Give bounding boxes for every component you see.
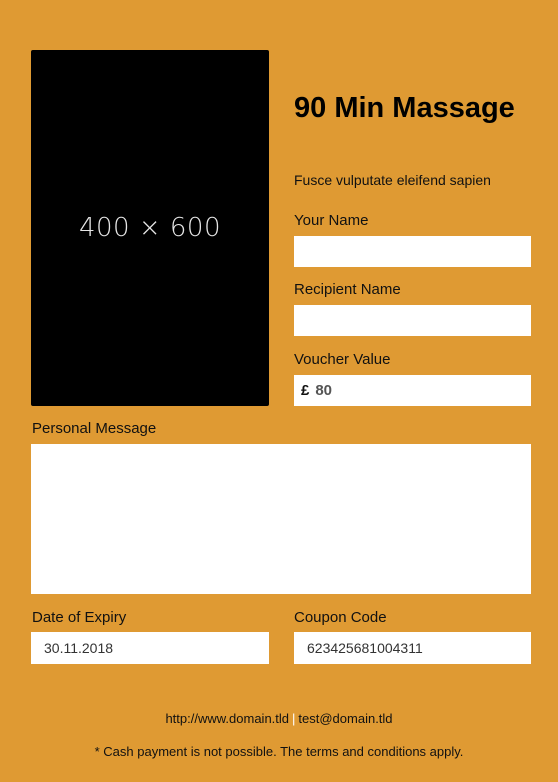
email-link[interactable]: test@domain.tld (298, 711, 392, 726)
coupon-code-label: Coupon Code (294, 609, 387, 626)
voucher-value-input[interactable] (315, 375, 531, 406)
voucher-value-label: Voucher Value (294, 351, 391, 368)
recipient-name-input[interactable] (294, 305, 531, 336)
coupon-code-value: 623425681004311 (294, 632, 531, 664)
recipient-name-label: Recipient Name (294, 281, 401, 298)
pound-currency-icon: £ (301, 382, 310, 399)
your-name-label: Your Name (294, 212, 369, 229)
footer-contact: http://www.domain.tld | test@domain.tld (0, 711, 558, 726)
your-name-input[interactable] (294, 236, 531, 267)
image-placeholder-text: 400 × 600 (78, 213, 222, 243)
personal-message-label: Personal Message (32, 420, 157, 437)
voucher-subtitle: Fusce vulputate eleifend sapien (294, 172, 491, 188)
voucher-value-field[interactable]: £ (294, 375, 531, 406)
footer-separator: | (292, 711, 296, 726)
date-of-expiry-label: Date of Expiry (32, 609, 127, 626)
terms-note: * Cash payment is not possible. The term… (94, 744, 464, 759)
voucher-title: 90 Min Massage (294, 92, 515, 124)
personal-message-textarea[interactable] (31, 444, 531, 594)
date-of-expiry-value: 30.11.2018 (31, 632, 269, 664)
voucher-image-placeholder: 400 × 600 (31, 50, 269, 406)
website-link[interactable]: http://www.domain.tld (165, 711, 289, 726)
